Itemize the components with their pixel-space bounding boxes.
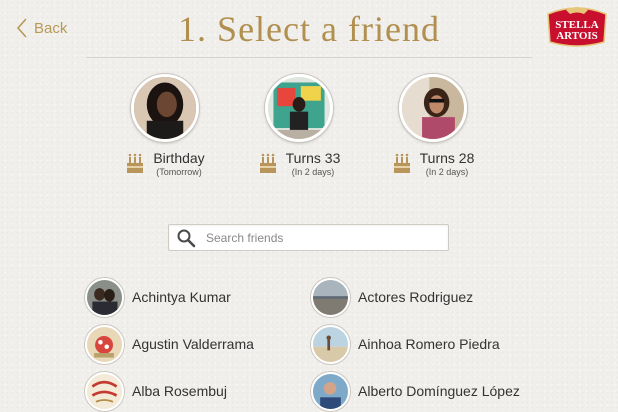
avatar [85, 371, 124, 411]
birthday-cake-icon [127, 153, 144, 173]
friend-item[interactable]: Achintya Kumar [85, 276, 231, 318]
svg-text:ARTOIS: ARTOIS [556, 30, 598, 42]
stella-artois-logo: STELLA ARTOIS [547, 7, 607, 47]
birthday-cake-icon [259, 153, 276, 173]
avatar [131, 74, 199, 142]
featured-friend-3[interactable]: Turns 28 (In 2 days) [378, 74, 488, 177]
avatar [399, 74, 467, 142]
friend-item[interactable]: Actores Rodriguez [311, 276, 473, 318]
search-icon [177, 229, 196, 247]
avatar [265, 74, 333, 142]
friend-name: Ainhoa Romero Piedra [358, 336, 500, 352]
featured-friend-2[interactable]: Turns 33 (In 2 days) [244, 74, 354, 177]
featured-when: (In 2 days) [291, 167, 335, 177]
friend-item[interactable]: Ainhoa Romero Piedra [311, 323, 500, 365]
featured-event: Turns 28 [419, 150, 475, 166]
search-box[interactable] [168, 224, 449, 251]
friend-name: Alba Rosembuj [132, 383, 227, 399]
birthday-cake-icon [393, 153, 410, 173]
friend-name: Agustin Valderrama [132, 336, 254, 352]
avatar [311, 371, 350, 411]
avatar [311, 277, 350, 317]
friend-item[interactable]: Alba Rosembuj [85, 370, 227, 412]
header-divider [86, 57, 532, 58]
featured-event: Birthday [153, 150, 205, 166]
page-title: 1. Select a friend [178, 9, 440, 49]
featured-event: Turns 33 [285, 150, 341, 166]
avatar [85, 277, 124, 317]
search-input[interactable] [206, 230, 436, 245]
friend-name: Actores Rodriguez [358, 289, 474, 305]
friend-item[interactable]: Alberto Domínguez López [311, 370, 520, 412]
avatar [311, 324, 350, 364]
friend-name: Achintya Kumar [132, 289, 231, 305]
featured-when: (In 2 days) [425, 167, 469, 177]
featured-friend-1[interactable]: Birthday (Tomorrow) [110, 74, 220, 177]
friend-item[interactable]: Agustin Valderrama [85, 323, 254, 365]
avatar [85, 324, 124, 364]
featured-when: (Tomorrow) [156, 167, 202, 177]
top-bar: Back 1. Select a friend STELLA ARTOIS [0, 0, 618, 58]
friend-name: Alberto Domínguez López [358, 383, 520, 399]
